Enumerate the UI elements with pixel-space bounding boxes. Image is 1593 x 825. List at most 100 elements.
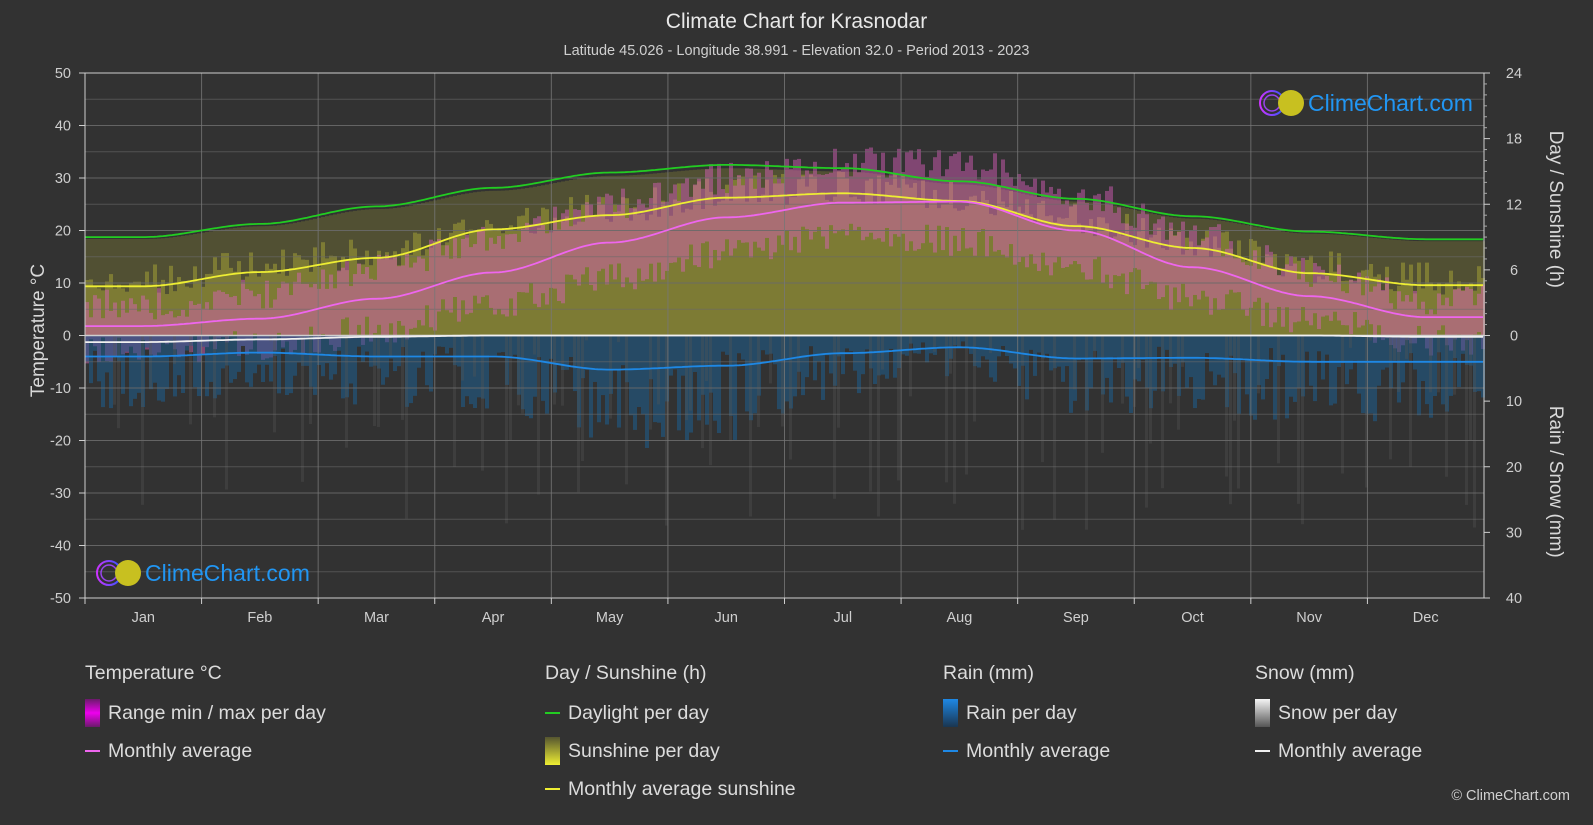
rain-bar <box>1189 335 1193 378</box>
rain-bar <box>93 335 97 351</box>
temp-range-bar <box>813 161 817 232</box>
temp-range-bar <box>409 267 413 329</box>
rain-bar <box>893 335 897 378</box>
temp-range-bar <box>625 217 629 278</box>
precip-bar <box>1257 335 1260 394</box>
rain-bar <box>1353 335 1357 361</box>
rain-bar <box>697 335 701 421</box>
temp-range-bar <box>809 173 813 240</box>
temp-range-bar <box>709 164 713 269</box>
temp-range-bar <box>765 161 769 238</box>
logo-bottom-left: ClimeChart.com <box>95 558 310 588</box>
precip-bar <box>389 335 392 356</box>
temp-range-bar <box>701 188 705 244</box>
rain-bar <box>1025 335 1029 400</box>
temp-range-bar <box>837 170 841 232</box>
precip-bar <box>689 335 692 411</box>
precip-bar <box>933 335 936 352</box>
legend-title: Rain (mm) <box>943 662 1034 684</box>
temp-range-bar <box>1373 286 1377 343</box>
rain-bar <box>1173 335 1177 364</box>
temp-range-bar <box>605 193 609 285</box>
rain-bar <box>1001 335 1005 347</box>
precip-bar <box>537 335 540 495</box>
rain-bar <box>197 335 201 397</box>
rain-bar <box>981 335 985 357</box>
rain-bar <box>1109 335 1113 403</box>
right-tick-label: 40 <box>1506 591 1522 607</box>
rain-bar <box>1477 335 1481 392</box>
legend-label: Rain per day <box>966 701 1077 724</box>
rain-bar <box>121 335 125 394</box>
precip-bar <box>957 335 960 348</box>
rain-bar <box>1037 335 1041 353</box>
rain-bar <box>885 335 889 379</box>
temp-range-bar <box>773 183 777 253</box>
rain-bar <box>977 335 981 368</box>
precip-bar <box>1229 335 1232 505</box>
temp-range-bar <box>933 157 937 253</box>
rain-bar <box>209 335 213 382</box>
temp-range-bar <box>1329 280 1333 321</box>
temp-range-bar <box>441 255 445 300</box>
rain-bar <box>865 335 869 350</box>
rain-bar <box>361 335 365 362</box>
temp-range-bar <box>473 244 477 296</box>
rain-bar <box>613 335 617 371</box>
temp-range-bar <box>461 238 465 301</box>
temp-range-bar <box>1305 281 1309 321</box>
temp-range-bar <box>421 258 425 326</box>
temp-range-bar <box>937 150 941 226</box>
rain-bar <box>261 335 265 382</box>
month-label: Jul <box>834 610 853 626</box>
precip-bar <box>1169 335 1172 404</box>
rain-bar <box>485 335 489 409</box>
rain-bar <box>941 335 945 348</box>
precip-bar <box>869 335 872 492</box>
rain-bar <box>1333 335 1337 404</box>
temp-range-bar <box>277 287 281 333</box>
rain-bar <box>1417 335 1421 416</box>
rain-bar <box>985 335 989 360</box>
rain-bar <box>85 335 89 362</box>
rain-bar <box>1081 335 1085 358</box>
temp-range-bar <box>253 296 257 334</box>
temp-range-bar <box>1061 204 1065 268</box>
rain-bar <box>793 335 797 397</box>
precip-bar <box>141 335 144 505</box>
temp-range-bar <box>1421 301 1425 338</box>
temp-range-bar <box>1477 293 1481 333</box>
precip-bar <box>517 335 520 406</box>
rain-bar <box>585 335 589 370</box>
rain-bar <box>253 335 257 374</box>
rain-bar <box>501 335 505 353</box>
rain-bar <box>1077 335 1081 361</box>
precip-bar <box>877 335 880 517</box>
temp-range-bar <box>853 153 857 231</box>
left-axis-title: Temperature °C <box>28 264 49 397</box>
rain-bar <box>645 335 649 448</box>
temp-range-bar <box>209 309 213 336</box>
rain-bar <box>1381 335 1385 370</box>
precip-bar <box>553 335 556 405</box>
temp-range-bar <box>1105 190 1109 275</box>
temp-range-bar <box>1141 203 1145 289</box>
rain-bar <box>1293 335 1297 402</box>
rain-bar <box>1141 335 1145 360</box>
rain-bar <box>737 335 741 354</box>
rain-bar <box>249 335 253 387</box>
rain-bar <box>497 335 501 353</box>
temp-range-bar <box>1465 287 1469 341</box>
rain-bar <box>393 335 397 372</box>
temp-range-bar <box>501 248 505 315</box>
temp-range-bar <box>349 286 353 339</box>
rain-bar <box>437 335 441 347</box>
temp-range-bar <box>977 179 981 233</box>
rain-bar <box>1285 335 1289 419</box>
logo-text: ClimeChart.com <box>145 559 310 586</box>
rain-bar <box>161 335 165 402</box>
precip-bar <box>1101 335 1104 453</box>
rain-bar <box>713 335 717 421</box>
temp-range-bar <box>653 182 657 282</box>
temp-range-bar <box>1265 245 1269 303</box>
